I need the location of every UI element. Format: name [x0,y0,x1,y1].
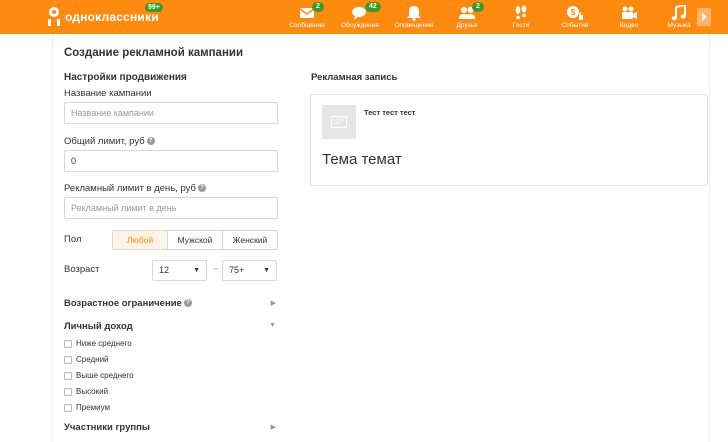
income-option-average[interactable]: Средний [64,355,109,364]
checkbox-label: Высокий [76,387,109,396]
nav-events[interactable]: $ События [553,5,597,30]
video-camera-icon [622,6,637,19]
nav-music[interactable]: Музыка [657,5,701,30]
checkbox-label: Премиум [76,403,111,412]
age-range-separator: – [213,263,219,273]
campaign-name-label: Название кампании [64,88,152,99]
income-option-below-average[interactable]: Ниже среднего [64,339,132,348]
checkbox[interactable] [64,371,72,380]
checkbox[interactable] [64,387,72,396]
ad-preview-card: Тест тест тест Тема темат [310,94,708,186]
income-toggle[interactable]: Личный доход ▼ [64,321,278,332]
nav-video[interactable]: Видео [607,5,651,30]
music-note-icon [671,5,686,21]
checkbox-label: Выше среднего [76,371,134,380]
age-to-value: 75+ [229,265,245,275]
nav-scroll-right-button[interactable] [697,8,711,26]
gender-option-any[interactable]: Любой [113,231,167,249]
age-label: Возраст [64,264,100,275]
daily-limit-label-text: Рекламный лимит в день, руб [64,183,196,194]
checkbox[interactable] [64,355,72,364]
settings-section-title: Настройки продвижения [64,72,187,83]
total-limit-label: Общий лимит, руб? [64,136,155,147]
image-placeholder-icon [331,116,347,128]
age-restriction-label: Возрастное ограничение [64,298,182,309]
nav-label: Видео [619,22,639,29]
chevron-right-icon: ▶ [270,424,276,431]
ad-image-placeholder [322,105,356,139]
nav-label: Друзья [456,22,478,29]
checkbox-label: Средний [76,355,109,364]
nav-discussions[interactable]: Обсуждения 42 [338,2,382,30]
total-limit-label-text: Общий лимит, руб [64,136,145,147]
group-members-label: Участники группы [64,422,150,433]
nav-friends[interactable]: Друзья 2 [445,2,489,30]
nav-label: Оповещения [394,22,434,29]
chevron-down-icon: ▼ [269,322,276,329]
logo-text: одноклассники [65,10,159,24]
logo-badge: 99+ [145,3,163,12]
nav-label: События [561,22,589,29]
group-members-toggle[interactable]: Участники группы ▶ [64,422,278,433]
footprints-icon [515,5,527,20]
nav-badge: 42 [365,2,381,12]
chevron-right-icon: ▶ [270,300,276,307]
gender-selector: Любой Мужской Женский [112,230,278,250]
age-restriction-toggle[interactable]: Возрастное ограничение? ▶ [64,298,278,309]
nav-label: Обсуждения [341,22,379,29]
nav-guests[interactable]: Гости [499,5,543,30]
daily-limit-input[interactable] [64,197,278,219]
ad-preview-title: Рекламная запись [311,72,398,83]
ad-author-name: Тест тест тест [364,108,416,117]
chevron-down-icon: ▼ [263,267,270,274]
gender-option-female[interactable]: Женский [222,231,277,249]
ok-logo[interactable]: одноклассники 99+ [47,3,163,27]
income-title: Личный доход [64,321,133,332]
ok-logo-icon [47,7,61,27]
income-option-above-average[interactable]: Выше среднего [64,371,134,380]
campaign-name-input[interactable] [64,102,278,124]
age-from-select[interactable]: 12 ▼ [152,260,207,281]
nav-badge: 2 [472,2,484,12]
checkbox[interactable] [64,339,72,348]
nav-notifications[interactable]: Оповещения [392,5,436,30]
chevron-down-icon: ▼ [193,267,200,274]
nav-badge: 2 [312,2,324,12]
help-icon[interactable]: ? [197,184,206,193]
coins-like-icon: $ [567,6,583,20]
income-option-premium[interactable]: Премиум [64,403,110,412]
ad-headline: Тема темат [322,151,402,168]
income-option-high[interactable]: Высокий [64,387,108,396]
checkbox[interactable] [64,403,72,412]
campaign-form-card: Создание рекламной кампании Настройки пр… [52,34,710,442]
top-navigation-bar: одноклассники 99+ Сообщения 2 Обсуждения… [0,0,728,34]
gender-label: Пол [64,234,82,245]
age-to-select[interactable]: 75+ ▼ [222,260,277,281]
gender-option-male[interactable]: Мужской [167,231,222,249]
nav-messages[interactable]: Сообщения 2 [285,2,329,30]
nav-label: Музыка [667,22,691,29]
total-limit-input[interactable]: 0 [64,150,278,172]
age-from-value: 12 [159,265,170,275]
help-icon[interactable]: ? [183,299,192,308]
nav-label: Гости [512,22,530,29]
svg-text:$: $ [571,8,576,17]
checkbox-label: Ниже среднего [76,339,132,348]
help-icon[interactable]: ? [146,137,155,146]
bell-icon [407,6,421,21]
page-title: Создание рекламной кампании [64,47,244,59]
daily-limit-label: Рекламный лимит в день, руб? [64,183,206,194]
nav-label: Сообщения [289,22,325,29]
